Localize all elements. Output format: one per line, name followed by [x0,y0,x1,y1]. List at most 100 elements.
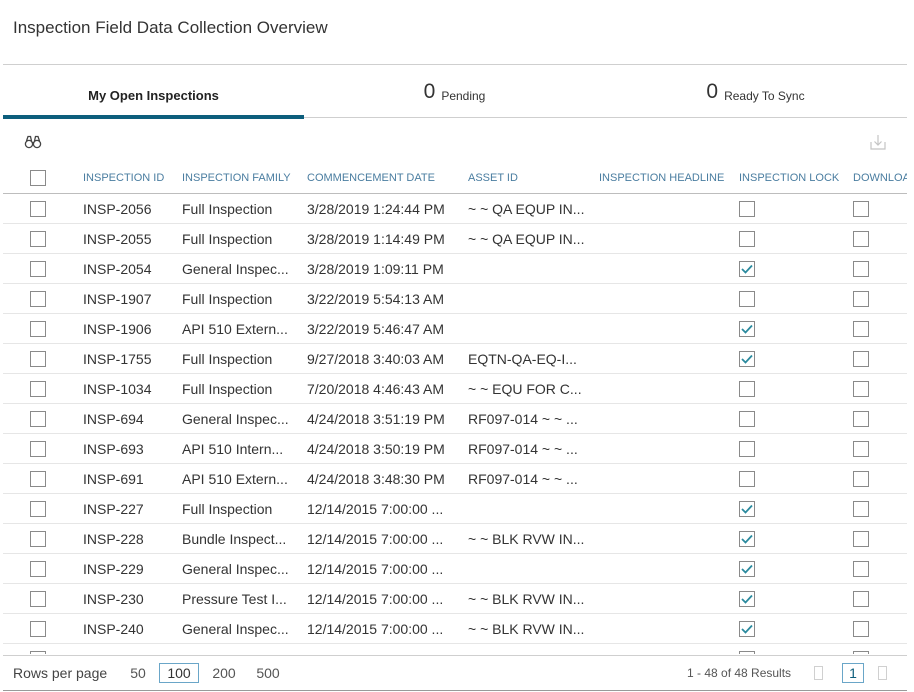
row-select-cell [30,194,46,224]
download-checkbox[interactable] [853,261,869,277]
inspection-lock-checkbox[interactable] [739,231,755,247]
current-page-button[interactable]: 1 [842,663,864,683]
page-size-100[interactable]: 100 [159,663,199,683]
inspection-family-cell: Full Inspection [182,291,273,307]
inspection-lock-cell [739,194,755,224]
download-checkbox[interactable] [853,561,869,577]
tab-my-open-inspections[interactable]: My Open Inspections [3,66,304,119]
column-header-asset-id[interactable]: ASSET ID [468,162,593,193]
table-row[interactable]: INSP-2055 Full Inspection 3/28/2019 1:14:4… [3,224,907,254]
inspection-lock-checkbox[interactable] [739,381,755,397]
download-checkbox[interactable] [853,591,869,607]
inspection-lock-checkbox[interactable] [739,591,755,607]
tab-pending[interactable]: 0 Pending [304,66,605,118]
row-select-checkbox[interactable] [30,441,46,457]
binoculars-icon[interactable] [23,132,43,152]
row-select-checkbox[interactable] [30,561,46,577]
page-size-50[interactable]: 50 [127,663,149,683]
tab-ready-to-sync[interactable]: 0 Ready To Sync [605,66,906,118]
inspection-lock-checkbox[interactable] [739,411,755,427]
download-checkbox[interactable] [853,201,869,217]
inspection-id-cell: INSP-230 [83,591,144,607]
inspection-family-cell: General Inspec... [182,561,289,577]
table-row[interactable]: INSP-2054 General Inspec... 3/28/2019 1:09… [3,254,907,284]
inspection-lock-checkbox[interactable] [739,621,755,637]
inspection-lock-checkbox[interactable] [739,351,755,367]
download-checkbox[interactable] [853,621,869,637]
download-cell [853,194,869,224]
column-header-commencement-date[interactable]: COMMENCEMENT DATE [307,162,462,193]
download-cell [853,284,869,314]
table-row[interactable]: INSP-228 Bundle Inspect... 12/14/2015 7:00… [3,524,907,554]
download-checkbox[interactable] [853,441,869,457]
table-row[interactable]: INSP-1906 API 510 Extern... 3/22/2019 5:46… [3,314,907,344]
table-row[interactable]: INSP-1907 Full Inspection 3/22/2019 5:54:1… [3,284,907,314]
row-select-checkbox[interactable] [30,651,46,654]
table-row[interactable]: INSP-1034 Full Inspection 7/20/2018 4:46:4… [3,374,907,404]
row-select-checkbox[interactable] [30,621,46,637]
download-checkbox[interactable] [853,231,869,247]
row-select-checkbox[interactable] [30,321,46,337]
table-row[interactable]: INSP-229 General Inspec... 12/14/2015 7:00… [3,554,907,584]
row-select-cell [30,404,46,434]
select-all-checkbox[interactable] [30,170,46,186]
inspection-id-cell: INSP-228 [83,531,144,547]
table-row[interactable]: INSP-230 Pressure Test I... 12/14/2015 7:0… [3,584,907,614]
row-select-checkbox[interactable] [30,501,46,517]
column-header-inspection-id[interactable]: INSPECTION ID [83,162,178,193]
table-row[interactable]: INSP-2056 Full Inspection 3/28/2019 1:24:4… [3,194,907,224]
inspection-lock-checkbox[interactable] [739,321,755,337]
column-header-inspection-lock[interactable]: INSPECTION LOCK [739,162,839,193]
page-size-500[interactable]: 500 [253,663,283,683]
inspection-lock-checkbox[interactable] [739,441,755,457]
row-select-checkbox[interactable] [30,591,46,607]
table-row[interactable] [3,644,907,654]
download-checkbox[interactable] [853,471,869,487]
download-checkbox[interactable] [853,501,869,517]
download-checkbox[interactable] [853,351,869,367]
table-row[interactable]: INSP-694 General Inspec... 4/24/2018 3:51:… [3,404,907,434]
row-select-checkbox[interactable] [30,291,46,307]
row-select-checkbox[interactable] [30,531,46,547]
inspection-lock-checkbox[interactable] [739,501,755,517]
inspection-family-cell: Full Inspection [182,381,273,397]
inspection-lock-checkbox[interactable] [739,651,755,654]
column-header-inspection-headline[interactable]: INSPECTION HEADLINE [599,162,734,193]
row-select-checkbox[interactable] [30,201,46,217]
row-select-checkbox[interactable] [30,261,46,277]
inspection-lock-checkbox[interactable] [739,471,755,487]
download-checkbox[interactable] [853,411,869,427]
download-checkbox[interactable] [853,381,869,397]
download-cell [853,404,869,434]
download-checkbox[interactable] [853,321,869,337]
row-select-checkbox[interactable] [30,381,46,397]
column-header-inspection-family[interactable]: INSPECTION FAMILY [182,162,302,193]
table-row[interactable]: INSP-240 General Inspec... 12/14/2015 7:00… [3,614,907,644]
download-icon[interactable] [869,132,887,152]
inspection-family-cell: Full Inspection [182,231,273,247]
inspection-family-cell: Full Inspection [182,351,273,367]
table-row[interactable]: INSP-693 API 510 Intern... 4/24/2018 3:50:… [3,434,907,464]
row-select-checkbox[interactable] [30,231,46,247]
page-size-200[interactable]: 200 [209,663,239,683]
row-select-checkbox[interactable] [30,411,46,427]
download-checkbox[interactable] [853,291,869,307]
download-checkbox[interactable] [853,531,869,547]
inspection-lock-checkbox[interactable] [739,291,755,307]
download-checkbox[interactable] [853,651,869,654]
grid-body[interactable]: INSP-2056 Full Inspection 3/28/2019 1:24:4… [3,194,907,654]
commencement-date-cell: 12/14/2015 7:00:00 ... [307,561,444,577]
previous-page-icon[interactable] [814,666,823,680]
table-row[interactable]: INSP-227 Full Inspection 12/14/2015 7:00:0… [3,494,907,524]
row-select-checkbox[interactable] [30,351,46,367]
inspection-lock-checkbox[interactable] [739,561,755,577]
asset-id-cell: RF097-014 ~ ~ ... [468,471,578,487]
row-select-checkbox[interactable] [30,471,46,487]
table-row[interactable]: INSP-691 API 510 Extern... 4/24/2018 3:48:… [3,464,907,494]
table-row[interactable]: INSP-1755 Full Inspection 9/27/2018 3:40:0… [3,344,907,374]
inspection-lock-checkbox[interactable] [739,261,755,277]
inspection-lock-checkbox[interactable] [739,201,755,217]
next-page-icon[interactable] [878,666,887,680]
inspection-lock-checkbox[interactable] [739,531,755,547]
column-header-download[interactable]: DOWNLOA [853,162,907,193]
